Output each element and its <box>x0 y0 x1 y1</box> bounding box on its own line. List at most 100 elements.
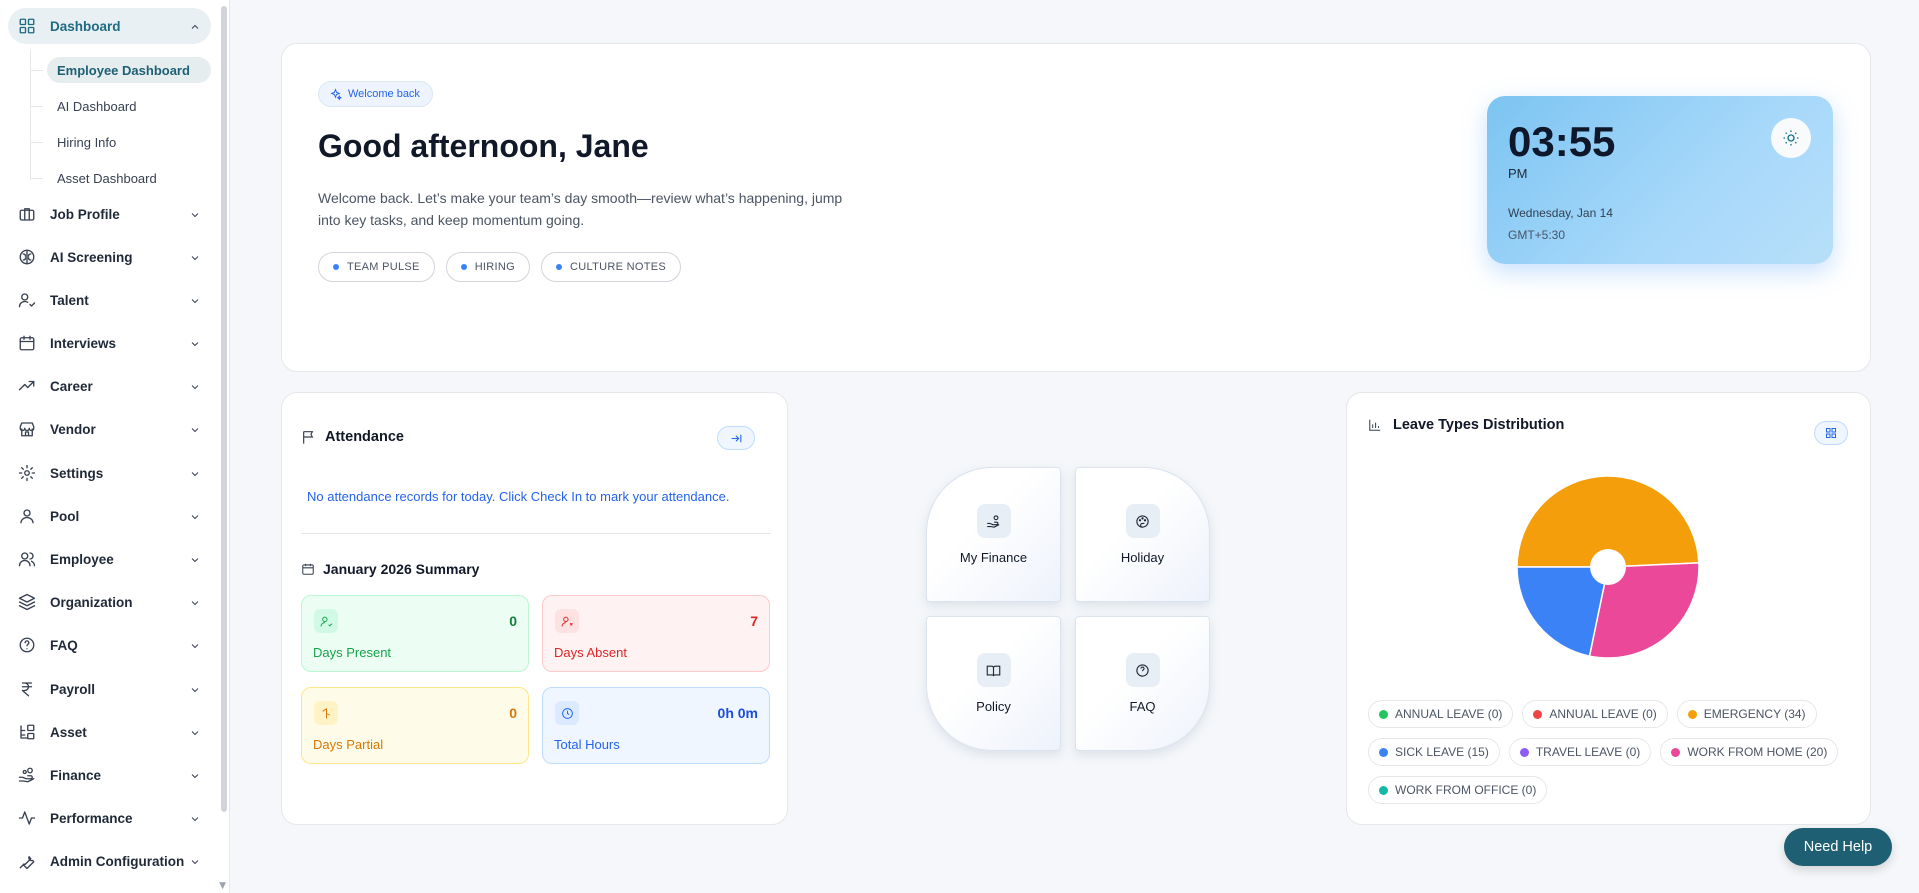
legend-item[interactable]: SICK LEAVE (15) <box>1368 738 1500 766</box>
leave-distribution-card: Leave Types Distribution ANNUAL LEAVE (0… <box>1346 392 1871 825</box>
legend-dot <box>1379 785 1388 795</box>
welcome-pill-label: Welcome back <box>348 88 420 100</box>
tag-label: CULTURE NOTES <box>570 261 666 273</box>
chevron-down-icon[interactable] <box>189 251 201 263</box>
sidebar-item-employee[interactable]: Employee <box>8 541 211 577</box>
tile-policy[interactable]: Policy <box>926 616 1061 751</box>
scroll-down-icon[interactable]: ▼ <box>219 881 226 891</box>
partial-icon <box>314 701 338 725</box>
briefcase-icon <box>18 205 36 223</box>
legend-item[interactable]: WORK FROM HOME (20) <box>1660 738 1839 766</box>
sidebar-item-faq[interactable]: FAQ <box>8 627 211 663</box>
hand-coins-icon <box>976 504 1011 538</box>
sidebar-item-settings[interactable]: Settings <box>8 455 211 491</box>
sidebar-item-pool[interactable]: Pool <box>8 498 211 534</box>
legend-item[interactable]: ANNUAL LEAVE (0) <box>1522 700 1668 728</box>
tile-faq[interactable]: FAQ <box>1075 616 1210 751</box>
sidebar-item-interviews[interactable]: Interviews <box>8 325 211 361</box>
sub-item-hiring-info[interactable]: Hiring Info <box>47 129 126 155</box>
sidebar-scrollbar[interactable] <box>221 6 227 812</box>
legend-item[interactable]: TRAVEL LEAVE (0) <box>1508 738 1652 766</box>
hand-coins-icon <box>18 766 36 784</box>
chevron-up-icon[interactable] <box>189 20 201 32</box>
sidebar-item-label: Settings <box>50 465 104 481</box>
sun-icon[interactable] <box>1771 118 1811 158</box>
chevron-down-icon[interactable] <box>189 769 201 781</box>
tile-my-finance[interactable]: My Finance <box>926 467 1061 602</box>
legend-label: WORK FROM OFFICE (0) <box>1395 783 1537 797</box>
sidebar-item-performance[interactable]: Performance <box>8 800 211 836</box>
chevron-down-icon[interactable] <box>189 553 201 565</box>
summary-title: January 2026 Summary <box>323 561 480 577</box>
chevron-down-icon[interactable] <box>189 294 201 306</box>
legend-item[interactable]: WORK FROM OFFICE (0) <box>1368 776 1548 804</box>
chevron-down-icon[interactable] <box>189 208 201 220</box>
chevron-down-icon[interactable] <box>189 726 201 738</box>
stat-value: 7 <box>750 613 758 629</box>
calendar-icon <box>18 334 36 352</box>
tile-holiday[interactable]: Holiday <box>1075 467 1210 602</box>
grid-icon <box>1826 428 1836 438</box>
sidebar-item-label: Asset <box>50 724 87 740</box>
tag-culture-notes[interactable]: CULTURE NOTES <box>541 252 681 282</box>
welcome-description: Welcome back. Let’s make your team’s day… <box>318 190 843 228</box>
brain-icon <box>18 248 36 266</box>
stat-value: 0h 0m <box>717 705 758 721</box>
sidebar-item-asset[interactable]: Asset <box>8 714 211 750</box>
need-help-button[interactable]: Need Help <box>1784 828 1892 866</box>
sidebar-item-job-profile[interactable]: Job Profile <box>8 196 211 232</box>
sidebar-item-label: Interviews <box>50 335 117 351</box>
tag-label: TEAM PULSE <box>347 261 420 273</box>
legend-item[interactable]: EMERGENCY (34) <box>1676 700 1817 728</box>
chevron-down-icon[interactable] <box>189 639 201 651</box>
sub-item-asset-dashboard[interactable]: Asset Dashboard <box>47 165 167 191</box>
tag-team-pulse[interactable]: TEAM PULSE <box>318 252 435 282</box>
user-x-icon <box>555 609 579 633</box>
chevron-down-icon[interactable] <box>189 423 201 435</box>
chevron-down-icon[interactable] <box>189 596 201 608</box>
attendance-header: Attendance <box>301 429 404 445</box>
legend-label: TRAVEL LEAVE (0) <box>1535 745 1641 759</box>
legend-dot <box>1379 709 1388 719</box>
sub-item-ai-dashboard[interactable]: AI Dashboard <box>47 93 147 119</box>
legend-item[interactable]: ANNUAL LEAVE (0) <box>1368 700 1514 728</box>
sidebar-item-label: Vendor <box>50 421 96 437</box>
store-icon <box>18 420 36 438</box>
chevron-down-icon[interactable] <box>189 855 201 867</box>
stat-label: Days Absent <box>554 645 627 660</box>
sidebar-item-dashboard[interactable]: Dashboard <box>8 8 211 44</box>
view-toggle-button[interactable] <box>1814 421 1848 445</box>
check-in-button[interactable] <box>717 426 755 450</box>
sidebar-item-career[interactable]: Career <box>8 368 211 404</box>
chevron-down-icon[interactable] <box>189 337 201 349</box>
legend-dot <box>1687 709 1697 719</box>
legend-dot <box>1519 747 1529 757</box>
leave-header: Leave Types Distribution <box>1368 417 1564 433</box>
sidebar-item-organization[interactable]: Organization <box>8 584 211 620</box>
sidebar-item-label: Admin Configuration <box>50 853 185 869</box>
sidebar-item-label: Finance <box>50 767 102 783</box>
welcome-card: Welcome back Good afternoon, Jane Welcom… <box>281 43 1871 372</box>
chevron-down-icon[interactable] <box>189 510 201 522</box>
attendance-title: Attendance <box>325 429 404 445</box>
clock-time: 03:55 <box>1508 118 1616 165</box>
flag-icon <box>303 431 314 444</box>
sidebar-item-talent[interactable]: Talent <box>8 282 211 318</box>
chevron-down-icon[interactable] <box>189 380 201 392</box>
sidebar-item-vendor[interactable]: Vendor <box>8 411 211 447</box>
sidebar-item-ai-screening[interactable]: AI Screening <box>8 239 211 275</box>
chevron-down-icon[interactable] <box>189 683 201 695</box>
sidebar-item-admin-configuration[interactable]: Admin Configuration <box>8 843 211 879</box>
tag-list: TEAM PULSE HIRING CULTURE NOTES <box>318 252 681 282</box>
sub-item-employee-dashboard[interactable]: Employee Dashboard <box>47 57 211 83</box>
tag-hiring[interactable]: HIRING <box>445 252 530 282</box>
sidebar-item-payroll[interactable]: Payroll <box>8 671 211 707</box>
help-circle-icon <box>18 636 36 654</box>
book-open-icon <box>976 653 1011 687</box>
sidebar-item-finance[interactable]: Finance <box>8 757 211 793</box>
palette-icon <box>1125 504 1160 538</box>
clock-ampm: PM <box>1508 166 1528 181</box>
chevron-down-icon[interactable] <box>189 812 201 824</box>
rupee-icon <box>18 680 36 698</box>
chevron-down-icon[interactable] <box>189 467 201 479</box>
